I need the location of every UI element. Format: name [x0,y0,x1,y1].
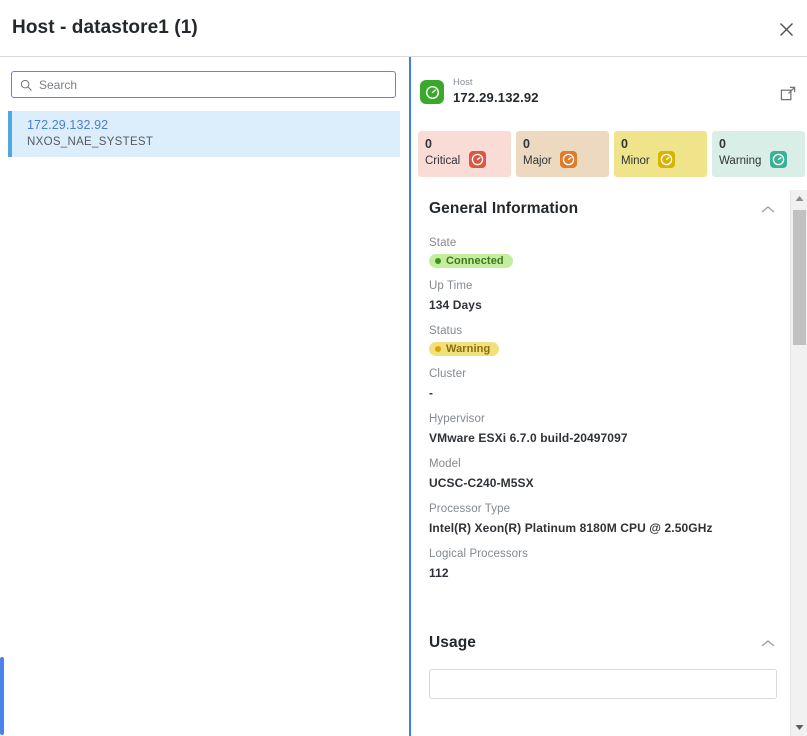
section-header-general-information[interactable]: General Information [429,192,777,226]
search-container [11,71,396,98]
scrollbar-thumb[interactable] [793,210,806,345]
entity-labels: Host 172.29.132.92 [453,76,539,107]
field-cluster: Cluster - [429,357,777,402]
warning-alert-icon [769,151,787,169]
usage-chart-placeholder [429,669,777,699]
section-title: Usage [429,634,477,651]
scroll-up-button[interactable] [791,190,807,207]
host-result-list: 172.29.132.92 NXOS_NAE_SYSTEST [8,111,400,157]
field-label: Model [429,458,461,470]
search-box[interactable] [11,71,396,98]
section-header-usage[interactable]: Usage [429,626,777,660]
status-badge-text: Connected [446,255,504,267]
open-in-new-window-icon [780,86,795,100]
severity-label: Minor [621,154,650,167]
severity-label: Warning [719,154,762,167]
field-model: Model UCSC-C240-M5SX [429,447,777,492]
list-item[interactable]: 172.29.132.92 NXOS_NAE_SYSTEST [8,111,400,157]
field-status: Status Warning [429,314,777,357]
field-value: - [429,386,434,400]
major-alert-icon [560,151,578,169]
field-state: State Connected [429,226,777,269]
severity-summary-row: 0 Critical 0 Major 0 Minor 0 Warning [418,131,805,177]
scroll-up-arrow-icon [795,196,804,201]
search-input[interactable] [39,77,387,92]
severity-card-warning[interactable]: 0 Warning [712,131,805,177]
severity-count: 0 [621,137,628,151]
entity-name: 172.29.132.92 [453,90,539,105]
severity-count: 0 [719,137,726,151]
field-label: State [429,237,457,249]
detail-scrollbar[interactable] [790,190,807,736]
gauge-glyph-icon [425,85,439,99]
field-label: Hypervisor [429,413,485,425]
chevron-up-icon[interactable] [759,200,777,218]
severity-label: Critical [425,154,461,167]
scroll-down-button[interactable] [791,719,807,736]
section-title: General Information [429,200,579,217]
field-label: Logical Processors [429,548,528,560]
field-up-time: Up Time 134 Days [429,269,777,314]
dialog-titlebar: Host - datastore1 (1) [0,0,807,57]
left-pane-scroll-indicator[interactable] [0,657,4,735]
detail-scroll-region: General Information State Connected Up T… [413,192,793,736]
minor-alert-icon [658,151,676,169]
field-label: Up Time [429,280,473,292]
chevron-up-icon[interactable] [759,634,777,652]
field-label: Cluster [429,368,467,380]
host-list-pane: 172.29.132.92 NXOS_NAE_SYSTEST [0,57,411,736]
status-dot-icon [435,346,441,352]
severity-card-minor[interactable]: 0 Minor [614,131,707,177]
field-processor-type: Processor Type Intel(R) Xeon(R) Platinum… [429,492,777,537]
field-label: Status [429,325,463,337]
list-item-title: 172.29.132.92 [27,118,109,132]
field-logical-processors: Logical Processors 112 [429,537,777,582]
close-icon [779,22,793,36]
status-badge-status: Warning [429,342,500,356]
field-value: 112 [429,566,449,580]
page-title: Host - datastore1 (1) [12,17,198,38]
host-detail-dialog: Host - datastore1 (1) 172.29.132.92 NXOS… [0,0,807,736]
severity-card-major[interactable]: 0 Major [516,131,609,177]
field-hypervisor: Hypervisor VMware ESXi 6.7.0 build-20497… [429,402,777,447]
severity-label: Major [523,154,552,167]
field-label: Processor Type [429,503,511,515]
severity-count: 0 [425,137,432,151]
close-button[interactable] [771,14,801,44]
field-value: 134 Days [429,298,482,312]
host-gauge-icon [420,80,444,104]
open-in-new-window-button[interactable] [777,82,799,104]
severity-count: 0 [523,137,530,151]
status-badge-text: Warning [446,343,491,355]
field-value: Intel(R) Xeon(R) Platinum 8180M CPU @ 2.… [429,521,713,535]
status-dot-icon [435,258,441,264]
field-value: VMware ESXi 6.7.0 build-20497097 [429,431,628,445]
status-badge-state: Connected [429,254,513,268]
list-item-subtitle: NXOS_NAE_SYSTEST [27,136,154,148]
field-value: UCSC-C240-M5SX [429,476,534,490]
critical-alert-icon [468,151,486,169]
search-icon [20,79,32,91]
host-detail-pane: Host 172.29.132.92 0 Critical 0 Major 0 … [413,57,807,736]
scroll-down-arrow-icon [795,725,804,730]
entity-header: Host 172.29.132.92 [413,73,807,123]
severity-card-critical[interactable]: 0 Critical [418,131,511,177]
entity-type-label: Host [453,77,473,88]
